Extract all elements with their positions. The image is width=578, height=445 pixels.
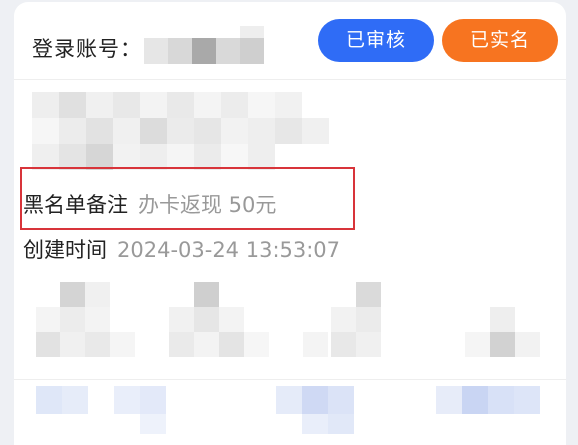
card-header: 登录账号： 已审核 已实名 bbox=[14, 2, 566, 78]
blacklist-remark-label: 黑名单备注 bbox=[23, 193, 128, 217]
footer-divider bbox=[14, 379, 566, 380]
reviewed-status-button[interactable]: 已审核 bbox=[318, 19, 434, 62]
created-time-label: 创建时间 bbox=[23, 238, 107, 262]
redacted-stats-block bbox=[36, 282, 548, 362]
redacted-info-block bbox=[32, 92, 332, 172]
verified-status-button[interactable]: 已实名 bbox=[442, 19, 558, 62]
redacted-actions-block bbox=[36, 386, 548, 445]
blacklist-remark-row: 黑名单备注 办卡返现 50元 bbox=[23, 189, 276, 219]
created-time-value: 2024-03-24 13:53:07 bbox=[117, 238, 341, 262]
blacklist-remark-value: 办卡返现 50元 bbox=[138, 193, 277, 217]
account-label: 登录账号： bbox=[32, 37, 142, 61]
account-value-redacted bbox=[144, 26, 274, 64]
created-time-row: 创建时间 2024-03-24 13:53:07 bbox=[23, 234, 340, 264]
header-divider bbox=[14, 79, 566, 80]
